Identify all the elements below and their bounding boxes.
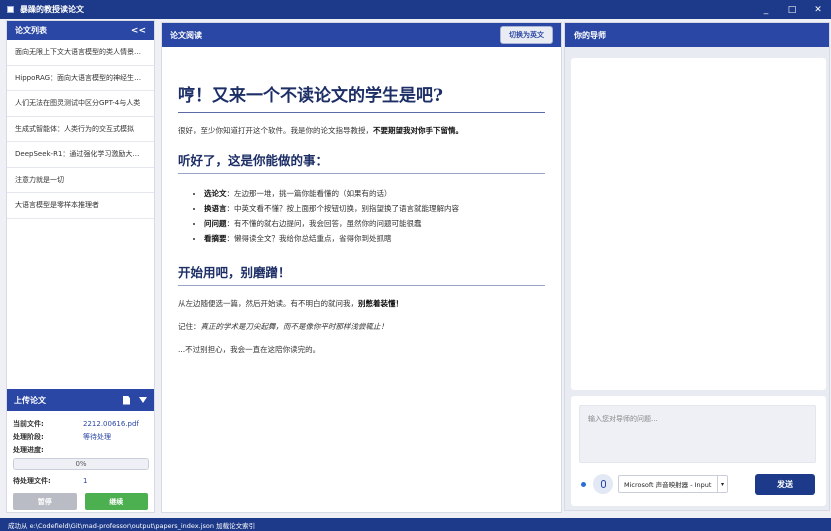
feature-desc: ：懒得读全文？我给你总结重点，省得你到处抓瞎 [226, 234, 392, 243]
progress-row: 处理进度: [13, 443, 148, 456]
pending-row: 待处理文件: 1 [13, 474, 148, 487]
paper-list: 面向无限上下文大语言模型的类人情景记忆 HippoRAG：面向大语言模型的神经生… [7, 40, 154, 219]
chevron-down-icon[interactable] [139, 397, 147, 403]
maximize-icon[interactable]: □ [779, 5, 805, 15]
chat-input-card: 输入您对导师的问题... Microsoft 声音映射器 - Input ▾ 发… [571, 396, 826, 506]
paper-title: 注意力就是一切 [15, 175, 64, 184]
progress-bar: 0% [13, 458, 149, 470]
current-file-value: 2212.00616.pdf [83, 419, 139, 428]
feature-name: 选论文 [204, 189, 227, 198]
paper-title: 大语言模型是零样本推理者 [15, 201, 99, 210]
features-heading: 听好了，这是你能做的事： [178, 150, 545, 174]
feature-item: 问问题：有不懂的就右边提问，我会回答，虽然你的问题可能很蠢 [204, 216, 545, 231]
upload-title: 上传论文 [14, 395, 46, 405]
feature-item: 换语言：中英文看不懂？按上面那个按钮切换，别指望换了语言就能理解内容 [204, 201, 545, 216]
feature-desc: ：中英文看不懂？按上面那个按钮切换，别指望换了语言就能理解内容 [226, 204, 460, 213]
welcome-heading: 哼！又来一个不读论文的学生是吧? [178, 81, 545, 113]
start-text: 从左边随便选一篇，然后开始读。有不明白的就问我， [178, 299, 358, 308]
intro-bold: 不要期望我对你手下留情。 [373, 126, 463, 135]
paper-title: DeepSeek-R1：通过强化学习激励大语言模型的推理能力 [15, 150, 146, 159]
minimize-icon[interactable]: _ [753, 5, 779, 15]
remember-italic: 真正的学术是刀尖起舞，而不是像你平时那样浅尝辄止！ [200, 322, 389, 331]
reader-title: 论文阅读 [170, 30, 202, 40]
send-button[interactable]: 发送 [755, 474, 815, 495]
feature-desc: ：左边那一堆，挑一篇你能看懂的（如果有的话） [226, 189, 392, 198]
feature-item: 看摘要：懒得读全文？我给你总结重点，省得你到处抓瞎 [204, 231, 545, 246]
mentor-header: 你的导师 [565, 23, 829, 47]
remember-label: 记住： [178, 322, 201, 331]
collapse-sidebar-button[interactable]: << [131, 26, 146, 36]
paper-list-header: 论文列表 << [7, 21, 154, 40]
microphone-icon [600, 480, 606, 488]
paper-title: 面向无限上下文大语言模型的类人情景记忆 [15, 48, 146, 57]
upload-header: 上传论文 [7, 389, 154, 411]
paper-list-item[interactable]: 面向无限上下文大语言模型的类人情景记忆 [7, 40, 154, 66]
current-file-row: 当前文件: 2212.00616.pdf [13, 417, 148, 430]
paper-list-item[interactable]: DeepSeek-R1：通过强化学习激励大语言模型的推理能力 [7, 142, 154, 168]
feature-name: 换语言 [204, 204, 227, 213]
progress-label: 处理进度: [13, 445, 44, 454]
mentor-panel: 你的导师 输入您对导师的问题... Microsoft 声音映射器 - Inpu… [564, 22, 830, 511]
paper-list-item[interactable]: 生成式智能体：人类行为的交互式模拟 [7, 117, 154, 142]
pending-value: 1 [83, 476, 88, 485]
progress-text: 0% [75, 460, 87, 468]
audio-device-select[interactable]: Microsoft 声音映射器 - Input ▾ [618, 475, 728, 493]
close-icon[interactable]: ✕ [805, 5, 831, 15]
paper-list-item[interactable]: 大语言模型是零样本推理者 [7, 193, 154, 219]
pending-label: 待处理文件: [13, 476, 51, 485]
audio-device-value: Microsoft 声音映射器 - Input [624, 481, 712, 489]
stage-value: 等待处理 [83, 432, 111, 441]
paper-list-item[interactable]: 注意力就是一切 [7, 168, 154, 193]
paper-title: 生成式智能体：人类行为的交互式模拟 [15, 124, 134, 133]
feature-list: 选论文：左边那一堆，挑一篇你能看懂的（如果有的话） 换语言：中英文看不懂？按上面… [204, 186, 545, 246]
start-bold: 别憋着装懂！ [358, 299, 403, 308]
start-heading: 开始用吧，别磨蹭！ [178, 262, 545, 286]
pause-button[interactable]: 暂停 [13, 493, 77, 510]
paper-sidebar: 论文列表 << 面向无限上下文大语言模型的类人情景记忆 HippoRAG：面向大… [6, 20, 155, 513]
title-bar: 暴躁的教授读论文 _ □ ✕ [0, 0, 831, 19]
closing-paragraph: ...不过别担心，我会一直在这陪你读完的。 [178, 345, 321, 354]
reader-content: 哼！又来一个不读论文的学生是吧? 很好，至少你知道打开这个软件。我是你的论文指导… [162, 81, 561, 355]
intro-text: 很好，至少你知道打开这个软件。我是你的论文指导教授， [178, 126, 373, 135]
microphone-button[interactable] [593, 474, 613, 494]
paper-list-item[interactable]: 人们无法在图灵测试中区分GPT-4与人类 [7, 91, 154, 117]
current-file-label: 当前文件: [13, 419, 44, 428]
paper-list-title: 论文列表 [15, 26, 47, 35]
paper-title: HippoRAG：面向大语言模型的神经生物学启发式长期记忆 [15, 73, 146, 82]
mentor-title: 你的导师 [574, 30, 606, 40]
window-title: 暴躁的教授读论文 [20, 5, 84, 14]
upload-file-icon[interactable] [123, 395, 130, 405]
remember-paragraph: 记住：真正的学术是刀尖起舞，而不是像你平时那样浅尝辄止！ [178, 321, 545, 332]
paper-list-item[interactable]: HippoRAG：面向大语言模型的神经生物学启发式长期记忆 [7, 66, 154, 91]
status-dot-icon [581, 482, 586, 487]
chevron-down-icon[interactable]: ▾ [717, 476, 727, 492]
app-icon [7, 6, 14, 13]
feature-name: 看摘要 [204, 234, 227, 243]
paper-title: 人们无法在图灵测试中区分GPT-4与人类 [15, 99, 141, 108]
reader-header: 论文阅读 切换为英文 [162, 23, 561, 47]
stage-label: 处理阶段: [13, 432, 44, 441]
reader-panel: 论文阅读 切换为英文 哼！又来一个不读论文的学生是吧? 很好，至少你知道打开这个… [161, 22, 562, 513]
feature-item: 选论文：左边那一堆，挑一篇你能看懂的（如果有的话） [204, 186, 545, 201]
stage-row: 处理阶段: 等待处理 [13, 430, 148, 443]
feature-desc: ：有不懂的就右边提问，我会回答，虽然你的问题可能很蠢 [226, 219, 422, 228]
switch-language-button[interactable]: 切换为英文 [500, 26, 553, 44]
feature-name: 问问题 [204, 219, 227, 228]
continue-button[interactable]: 继续 [84, 493, 148, 510]
start-paragraph: 从左边随便选一篇，然后开始读。有不明白的就问我，别憋着装懂！ [178, 298, 545, 309]
chat-history[interactable] [571, 58, 826, 390]
question-input[interactable]: 输入您对导师的问题... [579, 405, 816, 463]
intro-paragraph: 很好，至少你知道打开这个软件。我是你的论文指导教授，不要期望我对你手下留情。 [178, 125, 545, 136]
upload-panel: 上传论文 当前文件: 2212.00616.pdf 处理阶段: 等待处理 处理进… [7, 389, 154, 512]
status-bar: 成功从 e:\Codefield\Git\mad-professor\outpu… [0, 518, 831, 531]
